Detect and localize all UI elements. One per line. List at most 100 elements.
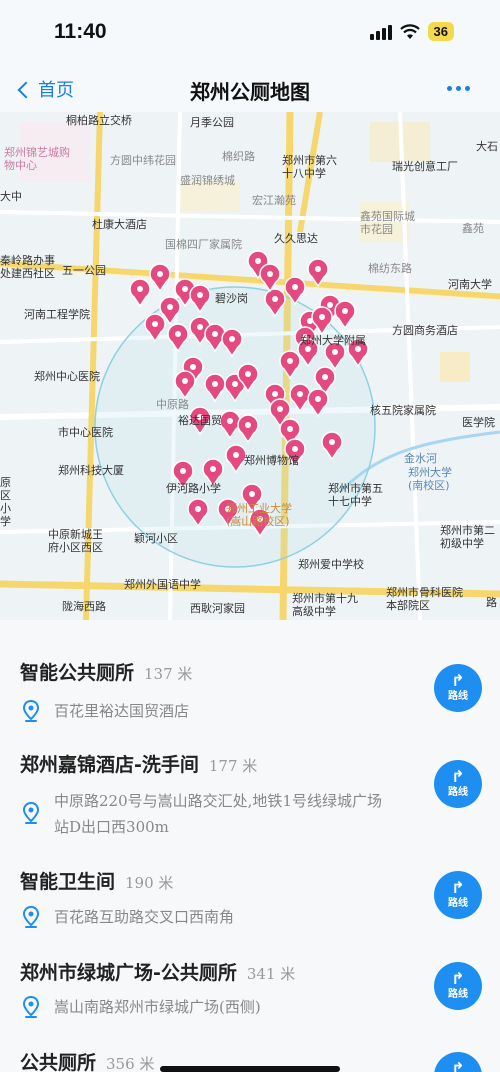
toilet-pin-dot: [249, 491, 255, 497]
route-arrow-icon: ↱: [451, 1059, 465, 1072]
map-label: 桐柏路立交桥: [66, 114, 132, 127]
result-distance: 356 米: [106, 1055, 155, 1072]
results-list[interactable]: 智能公共厕所 137 米 百花里裕达国贸酒店 ↱ 路线 郑州嘉锦酒店-洗手间 177 …: [0, 620, 500, 1072]
cellular-signal-icon: [369, 24, 392, 40]
nav-bar: 首页 郑州公厕地图: [0, 68, 500, 112]
toilet-pin-dot: [319, 314, 325, 320]
toilet-pin-dot: [322, 374, 328, 380]
result-distance: 137 米: [144, 665, 193, 683]
result-name: 智能公共厕所 137 米: [20, 662, 193, 684]
toilet-pin-dot: [287, 358, 293, 364]
map-label: 五一公园: [62, 264, 106, 277]
toilet-pin-dot: [197, 292, 203, 298]
toilet-pin-dot: [292, 446, 298, 452]
map-label: 核五院家属院: [370, 404, 436, 417]
map-label: 郑州市第二初级中学: [440, 524, 495, 550]
map-label: 郑州工业大学(嵩山路校区): [226, 502, 292, 528]
map-label: 河南工程学院: [24, 308, 90, 321]
map-label: 瑞光创意工厂: [392, 160, 458, 173]
map-label: 河南大学: [448, 278, 492, 291]
location-pin-icon: [22, 802, 40, 824]
map-label: 路: [486, 596, 497, 609]
toilet-pin-dot: [245, 422, 251, 428]
toilet-pin-dot: [227, 418, 233, 424]
map-label: 医学院: [462, 416, 495, 429]
map-label: 郑州大学(南校区): [408, 466, 452, 492]
toilet-pin-dot: [137, 286, 143, 292]
toilet-map[interactable]: 桐柏路立交桥 月季公园 郑州锦艺城购物中心 方圆中纬花园 棉织路 郑州市第六十八…: [0, 112, 500, 620]
route-arrow-icon: ↱: [451, 878, 465, 897]
more-dots-icon[interactable]: [447, 86, 470, 91]
map-label: 鑫苑: [462, 222, 484, 235]
toilet-pin-dot: [195, 506, 201, 512]
toilet-pin-dot: [190, 364, 196, 370]
toilet-pin-dot: [315, 266, 321, 272]
map-label: 大中: [0, 190, 22, 203]
map-label: 秦岭路办事处建西社区: [0, 254, 55, 280]
map-label: 郑州中心医院: [34, 370, 100, 383]
toilet-pin-dot: [297, 391, 303, 397]
toilet-pin-dot: [232, 381, 238, 387]
map-label: 中原新城王府小区西区: [48, 528, 103, 554]
page-title: 郑州公厕地图: [190, 80, 310, 104]
route-arrow-icon: ↱: [451, 671, 465, 690]
result-name: 公共厕所 356 米: [20, 1052, 155, 1072]
map-label: 宏江瀚苑: [252, 194, 296, 207]
toilet-pin-dot: [157, 271, 163, 277]
status-time: 11:40: [54, 20, 107, 43]
toilet-pin-dot: [175, 331, 181, 337]
toilet-pin-dot: [229, 336, 235, 342]
toilet-pin-dot: [327, 302, 333, 308]
toilet-pin-dot: [197, 324, 203, 330]
route-arrow-icon: ↱: [451, 767, 465, 786]
route-button[interactable]: ↱路线: [434, 1052, 482, 1072]
map-label: 市中心医院: [58, 426, 113, 439]
map-label: 西耿河家园: [190, 602, 245, 615]
map-label: 久久思达: [274, 232, 318, 245]
toilet-pin-dot: [332, 349, 338, 355]
map-label: 郑州大学附属: [300, 334, 366, 347]
location-pin-icon: [22, 700, 40, 722]
toilet-pin-dot: [287, 426, 293, 432]
toilet-pin-dot: [315, 396, 321, 402]
toilet-pin-dot: [182, 286, 188, 292]
map-label: 棉纺东路: [368, 262, 412, 275]
result-address: 嵩山南路郑州市绿城广场(西侧): [54, 998, 261, 1016]
toilet-pin-dot: [245, 371, 251, 377]
map-label: 颖河小区: [134, 532, 178, 545]
map-label: 盛润锦绣城: [180, 174, 235, 187]
map-label: 郑州市骨科医院本部院区: [386, 586, 463, 612]
route-button[interactable]: ↱路线: [434, 871, 482, 919]
map-label: 原区小学: [0, 476, 11, 528]
map-label: 裕达国贸: [178, 414, 222, 427]
route-button[interactable]: ↱路线: [434, 664, 482, 712]
map-label: 鑫苑国际城市花园: [360, 210, 415, 236]
result-distance: 341 米: [246, 965, 296, 983]
map-label: 棉织路: [222, 150, 255, 163]
map-label: 郑州外国语中学: [124, 578, 201, 591]
route-button[interactable]: ↱路线: [434, 962, 482, 1010]
map-label: 杜康大酒店: [92, 218, 147, 231]
toilet-pin-dot: [212, 381, 218, 387]
map-label: 国棉四厂家属院: [165, 238, 242, 251]
toilet-pin-dot: [212, 331, 218, 337]
location-pin-icon: [22, 906, 40, 928]
list-item[interactable]: 智能公共厕所 137 米 百花里裕达国贸酒店 ↱ 路线: [0, 620, 500, 722]
map-label: 中原路: [156, 398, 189, 411]
map-label: 郑州爱中学校: [298, 558, 364, 571]
wifi-icon: [399, 23, 420, 39]
result-address: 中原路220号与嵩山路交汇处,地铁1号线绿城广场站D出口西300m: [54, 792, 382, 836]
toilet-pin-dot: [272, 391, 278, 397]
map-label: 郑州锦艺城购物中心: [4, 146, 70, 172]
home-indicator: [160, 1066, 340, 1072]
toilet-pin-dot: [210, 466, 216, 472]
map-label: 大石: [476, 140, 498, 153]
map-label: 郑州市第六十八中学: [282, 154, 337, 180]
map-label: 方圆商务酒店: [392, 324, 458, 337]
toilet-pin-dot: [167, 304, 173, 310]
map-label: 伊河路小学: [166, 482, 221, 495]
result-distance: 190 米: [125, 874, 174, 892]
result-name: 智能卫生间 190 米: [20, 871, 174, 893]
map-label: 金水河: [404, 452, 437, 465]
route-button[interactable]: ↱路线: [434, 760, 482, 808]
